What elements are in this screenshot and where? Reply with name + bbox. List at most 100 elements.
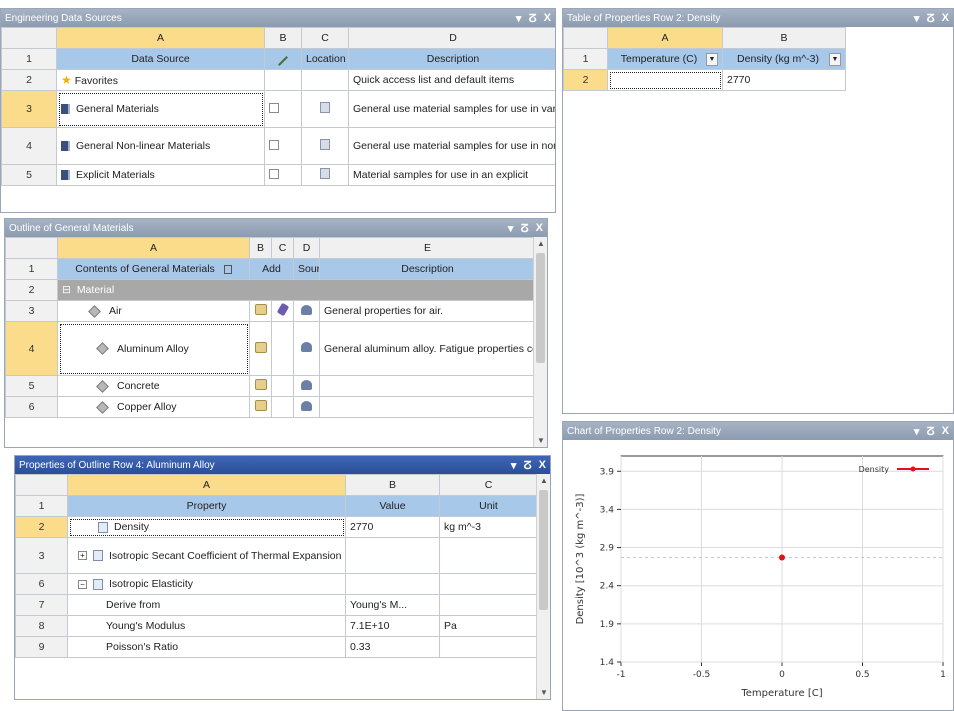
row-number[interactable]: 2 xyxy=(1,69,57,91)
column-letter[interactable]: A xyxy=(57,237,250,259)
source-icon[interactable] xyxy=(301,342,312,352)
location-cell[interactable] xyxy=(301,90,349,128)
properties-scrollbar[interactable]: ▲ ▼ xyxy=(536,474,550,699)
checkbox-icon[interactable] xyxy=(269,102,279,113)
row-number[interactable]: 2 xyxy=(563,69,608,91)
add-header[interactable]: Add xyxy=(249,258,294,280)
unit-cell[interactable] xyxy=(439,537,538,574)
property-header[interactable]: Property xyxy=(67,495,346,517)
row-number[interactable]: 1 xyxy=(5,258,58,280)
column-letter[interactable]: B xyxy=(345,474,440,496)
link-icon[interactable] xyxy=(276,302,289,317)
table-row[interactable]: 8 Young's Modulus 7.1E+10 Pa xyxy=(15,615,538,637)
column-letter[interactable]: E xyxy=(319,237,536,259)
value-cell[interactable]: 0.33 xyxy=(345,636,440,658)
property-cell[interactable]: + Isotropic Secant Coefficient of Thermal… xyxy=(67,537,346,574)
pin-icon[interactable]: ▾ xyxy=(914,425,920,438)
temperature-cell[interactable] xyxy=(607,69,723,91)
property-name[interactable]: Derive from xyxy=(67,594,346,616)
pin-icon[interactable]: ▾ xyxy=(914,12,920,25)
table-row[interactable]: 4 General Non-linear Materials General u… xyxy=(1,127,555,165)
table-row[interactable]: 6 − Isotropic Elasticity xyxy=(15,573,538,595)
add-icon[interactable] xyxy=(254,400,267,411)
location-cell[interactable] xyxy=(301,127,349,165)
table-row[interactable]: 6 Copper Alloy xyxy=(5,396,536,418)
close-icon[interactable]: X xyxy=(942,425,949,438)
source-cell[interactable] xyxy=(293,396,320,418)
table-props-titlebar[interactable]: Table of Properties Row 2: Density ▾ ⵒ X xyxy=(563,9,953,27)
dropdown-icon[interactable]: ▼ xyxy=(829,52,841,66)
table-row[interactable]: 7 Derive from Young's M... xyxy=(15,594,538,616)
outline-scrollbar[interactable]: ▲ ▼ xyxy=(533,237,547,447)
dock-icon[interactable]: ⵒ xyxy=(528,12,536,25)
table-row[interactable]: 3 General Materials General use material… xyxy=(1,90,555,128)
value-cell[interactable] xyxy=(345,573,440,595)
row-number[interactable]: 7 xyxy=(15,594,68,616)
column-letter[interactable]: C xyxy=(301,27,349,49)
unit-cell[interactable]: Pa xyxy=(439,615,538,637)
row-number[interactable]: 9 xyxy=(15,636,68,658)
source-header[interactable]: Source xyxy=(293,258,320,280)
unit-header[interactable]: Unit xyxy=(439,495,538,517)
add-cell[interactable] xyxy=(249,321,272,376)
source-cell[interactable] xyxy=(293,375,320,397)
scroll-thumb[interactable] xyxy=(539,490,548,610)
collapse-icon[interactable]: ⊟ xyxy=(62,284,71,296)
row-number[interactable]: 8 xyxy=(15,615,68,637)
table-row[interactable]: 4 Aluminum Alloy General aluminum alloy.… xyxy=(5,321,536,376)
chart-titlebar[interactable]: Chart of Properties Row 2: Density ▾ ⵒ X xyxy=(563,422,953,440)
add-cell[interactable] xyxy=(249,396,272,418)
table-row[interactable]: 2 Density 2770 kg m^-3 xyxy=(15,516,538,538)
table-row[interactable]: 3 Air General properties for air. xyxy=(5,300,536,322)
dock-icon[interactable]: ⵒ xyxy=(926,12,934,25)
column-letter[interactable]: D xyxy=(348,27,555,49)
close-icon[interactable]: X xyxy=(536,222,543,235)
table-row[interactable]: 2 ★ Favorites Quick access list and defau… xyxy=(1,69,555,91)
unit-cell[interactable] xyxy=(439,573,538,595)
category-row[interactable]: 2 ⊟ Material xyxy=(5,279,536,301)
unit-cell[interactable]: kg m^-3 xyxy=(439,516,538,538)
checkbox-cell[interactable] xyxy=(264,164,302,186)
row-number[interactable]: 2 xyxy=(5,279,58,301)
material-cell[interactable]: Aluminum Alloy xyxy=(57,321,250,376)
row-number[interactable]: 5 xyxy=(5,375,58,397)
collapse-icon[interactable]: − xyxy=(78,579,87,589)
dock-icon[interactable]: ⵒ xyxy=(523,459,531,472)
density-chart[interactable]: -1 -0.5 0 0.5 1 1.4 1.9 2.4 2.9 3.4 3.9 Temperature… xyxy=(563,440,954,711)
data-source-cell[interactable]: General Non-linear Materials xyxy=(56,127,265,165)
table-row[interactable]: 9 Poisson's Ratio 0.33 xyxy=(15,636,538,658)
description-header[interactable]: Description xyxy=(319,258,536,280)
checkbox-cell[interactable] xyxy=(264,90,302,128)
pin-icon[interactable]: ▾ xyxy=(511,459,517,472)
checkbox-icon[interactable] xyxy=(269,168,279,179)
column-letter[interactable]: B xyxy=(249,237,272,259)
table-row[interactable]: 2 2770 xyxy=(563,69,846,91)
table-row[interactable]: 5 Explicit Materials Material samples fo… xyxy=(1,164,555,186)
expand-icon[interactable]: + xyxy=(78,551,87,561)
row-number[interactable]: 3 xyxy=(5,300,58,322)
add-cell[interactable] xyxy=(249,300,272,322)
row-number[interactable]: 6 xyxy=(15,573,68,595)
edit-pencil-icon[interactable] xyxy=(264,48,302,70)
scroll-down-icon[interactable]: ▼ xyxy=(534,436,547,445)
property-name[interactable]: Young's Modulus xyxy=(67,615,346,637)
material-cell[interactable]: Concrete xyxy=(57,375,250,397)
row-number[interactable]: 5 xyxy=(1,164,57,186)
data-source-cell[interactable]: ★ Favorites xyxy=(56,69,265,91)
material-cell[interactable]: Air xyxy=(57,300,250,322)
scroll-up-icon[interactable]: ▲ xyxy=(537,476,550,485)
add-cell[interactable] xyxy=(249,375,272,397)
value-cell[interactable] xyxy=(345,537,440,574)
row-number[interactable]: 4 xyxy=(5,321,58,376)
location-icon[interactable] xyxy=(320,168,330,179)
density-cell[interactable]: 2770 xyxy=(722,69,846,91)
checkbox-icon[interactable] xyxy=(269,139,279,150)
row-number[interactable]: 4 xyxy=(1,127,57,165)
temperature-header[interactable]: Temperature (C) ▼ xyxy=(607,48,723,70)
location-cell[interactable] xyxy=(301,164,349,186)
dropdown-icon[interactable]: ▼ xyxy=(706,52,718,66)
location-icon[interactable] xyxy=(320,139,330,150)
close-icon[interactable]: X xyxy=(942,12,949,25)
location-icon[interactable] xyxy=(320,102,330,113)
description-header[interactable]: Description xyxy=(348,48,555,70)
